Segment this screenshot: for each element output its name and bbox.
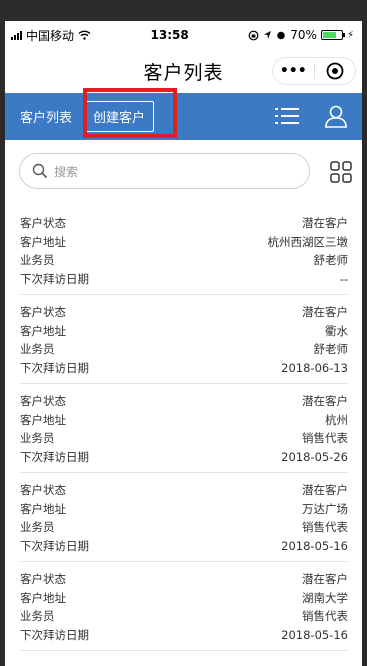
visit-value: -- xyxy=(339,271,348,286)
tab-customer-list[interactable]: 客户列表 xyxy=(20,107,72,126)
status-row: 客户状态 潜在客户 xyxy=(20,481,348,500)
address-label: 客户地址 xyxy=(20,590,66,605)
search-input[interactable]: 搜索 xyxy=(19,153,310,189)
visit-value: 2018-05-16 xyxy=(281,538,348,553)
visit-label: 下次拜访日期 xyxy=(20,449,89,464)
user-icon[interactable] xyxy=(324,104,348,128)
customer-card[interactable]: 客户状态 潜在客户 客户地址 湖南大学 业务员 销售代表 下次拜访日期 2018-05-… xyxy=(20,562,348,651)
sales-label: 业务员 xyxy=(20,609,55,623)
miniprogram-capsule: ••• xyxy=(272,57,356,85)
customer-card[interactable]: 客户状态 潜在客户 客户地址 杭州西湖区三墩 业务员 舒老师 下次拜访日期 -- xyxy=(20,204,348,295)
battery-icon xyxy=(320,30,345,40)
battery-percent: 70% xyxy=(290,28,317,42)
status-left: 中国移动 xyxy=(11,27,91,44)
visit-row: 下次拜访日期 2018-05-16 xyxy=(20,626,348,645)
address-row: 客户地址 万达广场 xyxy=(20,500,348,519)
sales-label: 业务员 xyxy=(20,253,55,267)
visit-row: 下次拜访日期 -- xyxy=(20,270,348,289)
sales-row: 业务员 销售代表 xyxy=(20,429,348,448)
visit-label: 下次拜访日期 xyxy=(20,627,89,642)
visit-value: 2018-05-26 xyxy=(281,449,348,464)
address-row: 客户地址 衢水 xyxy=(20,322,348,341)
search-row: 搜索 xyxy=(5,140,362,204)
status-value: 潜在客户 xyxy=(302,483,348,497)
search-icon xyxy=(32,163,48,179)
address-row: 客户地址 杭州 xyxy=(20,411,348,430)
page-title: 客户列表 xyxy=(143,61,224,84)
address-value: 湖南大学 xyxy=(302,590,348,605)
sales-value: 舒老师 xyxy=(313,342,349,356)
wifi-icon xyxy=(78,30,91,40)
visit-row: 下次拜访日期 2018-06-13 xyxy=(20,359,348,378)
status-bar: 中国移动 13:58 70% ⚡ xyxy=(5,21,362,49)
status-value: 潜在客户 xyxy=(302,216,348,230)
customer-list: 客户状态 潜在客户 客户地址 杭州西湖区三墩 业务员 舒老师 下次拜访日期 -- 客户状… xyxy=(5,204,362,651)
sales-row: 业务员 销售代表 xyxy=(20,607,348,626)
visit-label: 下次拜访日期 xyxy=(20,271,89,286)
battery-fill xyxy=(322,32,336,38)
sales-value: 销售代表 xyxy=(302,609,348,623)
visit-row: 下次拜访日期 2018-05-26 xyxy=(20,448,348,467)
address-label: 客户地址 xyxy=(20,412,66,427)
status-row: 客户状态 潜在客户 xyxy=(20,214,348,233)
alarm-icon xyxy=(277,31,286,40)
search-placeholder: 搜索 xyxy=(54,164,79,179)
sales-label: 业务员 xyxy=(20,520,55,534)
status-value: 潜在客户 xyxy=(302,305,348,319)
close-button[interactable] xyxy=(315,62,356,80)
status-value: 潜在客户 xyxy=(302,572,348,586)
nav-bar: 客户列表 ••• xyxy=(5,49,362,93)
carrier-label: 中国移动 xyxy=(26,28,75,43)
sales-row: 业务员 舒老师 xyxy=(20,340,348,359)
status-label: 客户状态 xyxy=(20,572,66,586)
highlight-box xyxy=(83,88,177,138)
customer-card[interactable]: 客户状态 潜在客户 客户地址 万达广场 业务员 销售代表 下次拜访日期 2018-05-… xyxy=(20,473,348,562)
sales-value: 销售代表 xyxy=(302,431,348,445)
status-label: 客户状态 xyxy=(20,394,66,408)
address-label: 客户地址 xyxy=(20,323,66,338)
address-value: 杭州 xyxy=(325,412,348,427)
address-label: 客户地址 xyxy=(20,501,66,516)
status-value: 潜在客户 xyxy=(302,394,348,408)
status-label: 客户状态 xyxy=(20,305,66,319)
customer-card[interactable]: 客户状态 潜在客户 客户地址 杭州 业务员 销售代表 下次拜访日期 2018-05-26 xyxy=(20,384,348,473)
sales-row: 业务员 销售代表 xyxy=(20,518,348,537)
status-row: 客户状态 潜在客户 xyxy=(20,303,348,322)
address-value: 衢水 xyxy=(325,323,348,338)
tab-bar: 客户列表 创建客户 xyxy=(5,88,362,140)
sales-value: 销售代表 xyxy=(302,520,348,534)
more-button[interactable]: ••• xyxy=(273,63,314,79)
status-row: 客户状态 潜在客户 xyxy=(20,570,348,589)
sales-label: 业务员 xyxy=(20,342,55,356)
sales-value: 舒老师 xyxy=(313,253,349,267)
visit-label: 下次拜访日期 xyxy=(20,538,89,553)
visit-value: 2018-06-13 xyxy=(281,360,348,375)
clock: 13:58 xyxy=(150,28,189,42)
status-label: 客户状态 xyxy=(20,216,66,230)
target-icon xyxy=(326,62,344,80)
grid-view-icon[interactable] xyxy=(330,161,352,183)
status-right: 70% ⚡ xyxy=(248,28,354,42)
status-row: 客户状态 潜在客户 xyxy=(20,392,348,411)
address-value: 万达广场 xyxy=(302,501,348,516)
address-value: 杭州西湖区三墩 xyxy=(267,234,349,249)
phone-screen: 中国移动 13:58 70% ⚡ 客户列表 ••• 客户列表 创建客户 搜索 客… xyxy=(5,21,362,666)
lock-rotation-icon xyxy=(248,30,259,40)
address-row: 客户地址 湖南大学 xyxy=(20,589,348,608)
sales-row: 业务员 舒老师 xyxy=(20,251,348,270)
visit-row: 下次拜访日期 2018-05-16 xyxy=(20,537,348,556)
customer-card[interactable]: 客户状态 潜在客户 客户地址 衢水 业务员 舒老师 下次拜访日期 2018-06-13 xyxy=(20,295,348,384)
visit-value: 2018-05-16 xyxy=(281,627,348,642)
location-icon xyxy=(264,31,272,39)
status-label: 客户状态 xyxy=(20,483,66,497)
address-label: 客户地址 xyxy=(20,234,66,249)
list-menu-icon[interactable] xyxy=(275,106,299,126)
charging-icon: ⚡ xyxy=(346,29,354,41)
visit-label: 下次拜访日期 xyxy=(20,360,89,375)
signal-icon xyxy=(11,30,22,40)
address-row: 客户地址 杭州西湖区三墩 xyxy=(20,233,348,252)
sales-label: 业务员 xyxy=(20,431,55,445)
